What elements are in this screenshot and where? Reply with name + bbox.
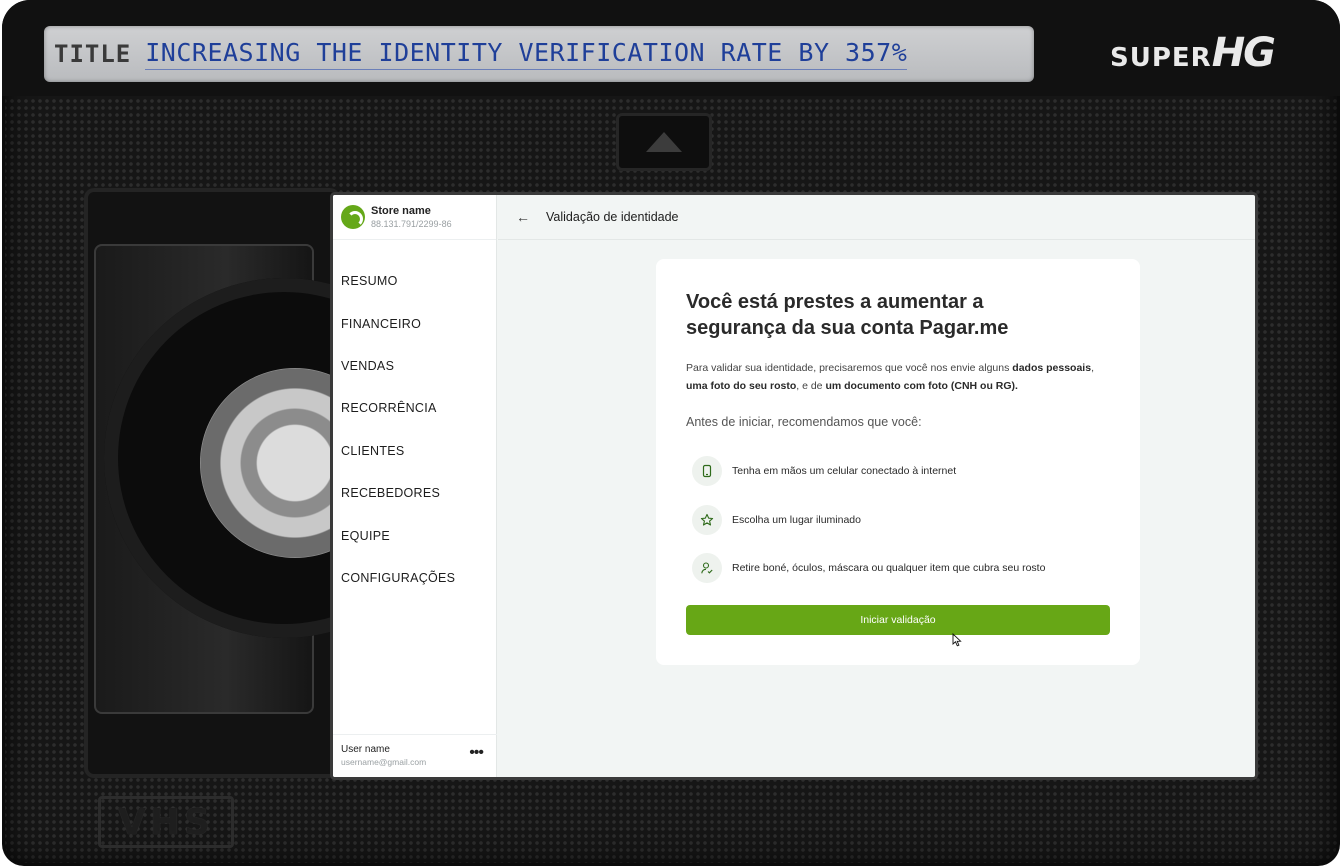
sidebar-item-vendas[interactable]: VENDAS	[333, 345, 496, 387]
recommendations-list: Tenha em mãos um celular conectado à int…	[686, 447, 1110, 593]
page-header: ← Validação de identidade	[498, 195, 1255, 240]
desc-bold-2: uma foto do seu rosto	[686, 380, 797, 392]
sidebar-item-resumo[interactable]: RESUMO	[333, 260, 496, 302]
card-description: Para validar sua identidade, precisaremo…	[686, 359, 1110, 395]
sidebar-nav: RESUMO FINANCEIRO VENDAS RECORRÊNCIA CLI…	[333, 240, 496, 599]
desc-text-2: ,	[1091, 362, 1094, 374]
tape-reel-window	[84, 188, 340, 778]
desc-text-3: , e de	[796, 380, 826, 392]
reel-hub	[200, 368, 340, 558]
brand-hg: HG	[1211, 30, 1276, 76]
identity-validation-card: Você está prestes a aumentar a segurança…	[656, 259, 1140, 665]
app-screen: Store name 88.131.791/2299-86 RESUMO FIN…	[333, 195, 1255, 777]
card-title-line-1: Você está prestes a aumentar a	[686, 291, 984, 313]
more-options-icon[interactable]: •••	[469, 745, 484, 761]
user-check-icon	[692, 553, 722, 584]
desc-bold-3: um documento com foto (CNH ou RG).	[825, 380, 1018, 392]
list-item: Escolha um lugar iluminado	[686, 496, 1110, 545]
sidebar-item-recorrencia[interactable]: RECORRÊNCIA	[333, 387, 496, 429]
vhs-format-logo: VHS	[98, 796, 234, 848]
list-item: Tenha em mãos um celular conectado à int…	[686, 447, 1110, 496]
tip-text: Escolha um lugar iluminado	[732, 513, 861, 526]
sidebar-item-equipe[interactable]: EQUIPE	[333, 514, 496, 556]
desc-text-1: Para validar sua identidade, precisaremo…	[686, 362, 1013, 374]
mouse-cursor-icon	[952, 633, 962, 647]
title-label-prefix: TITLE	[54, 40, 132, 68]
start-validation-button[interactable]: Iniciar validação	[686, 605, 1110, 647]
brand-logo: SUPERHG	[1110, 30, 1276, 76]
user-name: User name	[341, 744, 390, 755]
list-item: Retire boné, óculos, máscara ou qualquer…	[686, 544, 1110, 593]
eject-icon	[616, 113, 712, 171]
eject-arrow	[646, 132, 682, 152]
back-arrow-icon[interactable]: ←	[516, 209, 530, 225]
store-name: Store name	[371, 205, 431, 217]
user-profile[interactable]: User name username@gmail.com •••	[333, 734, 497, 777]
sidebar-item-financeiro[interactable]: FINANCEIRO	[333, 302, 496, 344]
sidebar-item-recebedores[interactable]: RECEBEDORES	[333, 472, 496, 514]
smartphone-icon	[692, 456, 722, 487]
brand-super: SUPER	[1110, 43, 1212, 73]
sidebar: Store name 88.131.791/2299-86 RESUMO FIN…	[333, 195, 497, 777]
store-switcher[interactable]: Store name 88.131.791/2299-86	[333, 195, 496, 240]
card-title-line-2: segurança da sua conta Pagar.me	[686, 317, 1009, 339]
cassette-title-label: TITLE INCREASING THE IDENTITY VERIFICATI…	[44, 26, 1034, 82]
sidebar-item-configuracoes[interactable]: CONFIGURAÇÕES	[333, 557, 496, 599]
title-label-text: INCREASING THE IDENTITY VERIFICATION RAT…	[145, 38, 908, 70]
store-id: 88.131.791/2299-86	[371, 219, 452, 229]
tip-text: Retire boné, óculos, máscara ou qualquer…	[732, 562, 1046, 575]
page-title: Validação de identidade	[546, 210, 679, 224]
sidebar-item-clientes[interactable]: CLIENTES	[333, 430, 496, 472]
desc-bold-1: dados pessoais	[1012, 362, 1092, 374]
card-subtitle: Antes de iniciar, recomendamos que você:	[686, 415, 922, 429]
store-logo-icon	[341, 205, 365, 229]
start-validation-label: Iniciar validação	[860, 614, 936, 626]
store-info: Store name 88.131.791/2299-86	[371, 205, 452, 229]
star-icon	[692, 504, 722, 535]
user-email: username@gmail.com	[341, 757, 427, 767]
card-title: Você está prestes a aumentar a segurança…	[686, 289, 1110, 341]
tip-text: Tenha em mãos um celular conectado à int…	[732, 465, 957, 478]
